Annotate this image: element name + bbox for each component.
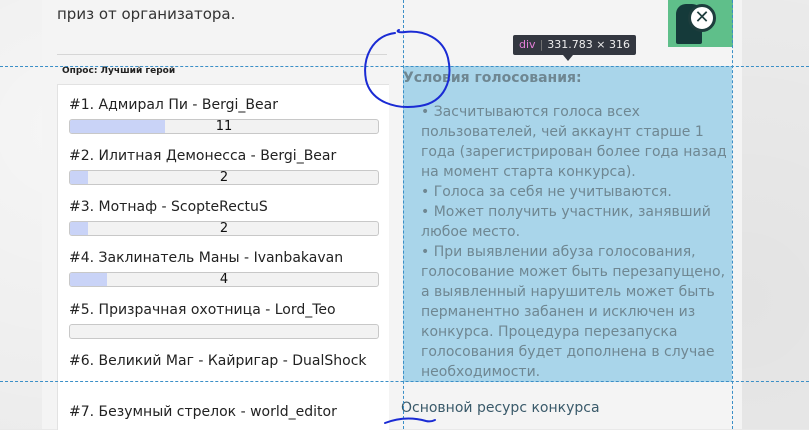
divider: [57, 54, 387, 55]
poll-option-5[interactable]: #5. Призрачная охотница - Lord_Teo: [69, 300, 389, 339]
poll-result-bar: 2: [69, 221, 379, 236]
rule-item: • Голоса за себя не учитываются.: [421, 184, 672, 200]
tooltip-tag: div: [519, 38, 536, 51]
tooltip-arrow-icon: [563, 55, 573, 61]
hero-avatar-icon: ✕: [668, 0, 733, 47]
tooltip-separator: |: [539, 38, 544, 51]
conditions-title: Условия голосования:: [403, 70, 582, 86]
poll-option-label: #3. Мотнаф - ScopteRectuS: [69, 199, 268, 215]
poll-result-bar: 2: [69, 170, 379, 185]
poll-option-3[interactable]: #3. Мотнаф - ScopteRectuS 2: [69, 197, 389, 236]
tooltip-dimensions: 331.783 × 316: [547, 38, 630, 51]
devtools-guide-line: [732, 0, 733, 429]
poll-result-bar: [69, 324, 379, 339]
poll-result-bar: 4: [69, 272, 379, 287]
poll-vote-count: 4: [219, 272, 229, 287]
poll-vote-count: 2: [219, 221, 229, 236]
conditions-rules: • Засчитываются голоса всех пользователе…: [421, 102, 733, 382]
poll-vote-count: 2: [219, 170, 229, 185]
poll-option-2[interactable]: #2. Илитная Демонесса - Bergi_Bear 2: [69, 146, 389, 185]
poll-title: Опрос: Лучший герой: [62, 66, 176, 76]
main-resource-link[interactable]: Основной ресурс конкурса: [401, 400, 600, 416]
poll-result-bar: 11: [69, 119, 379, 134]
devtools-size-tooltip: div | 331.783 × 316: [513, 35, 636, 55]
poll-option-label: #5. Призрачная охотница - Lord_Teo: [69, 302, 336, 318]
poll-option-label: #6. Великий Маг - Кайригар - DualShock: [69, 353, 367, 369]
rule-item: • Засчитываются голоса всех пользователе…: [421, 104, 727, 180]
poll-option-label: #4. Заклинатель Маны - Ivanbakavan: [69, 250, 344, 266]
intro-text: приз от организатора.: [57, 5, 236, 23]
poll-option-7[interactable]: #7. Безумный стрелок - world_editor: [69, 402, 389, 422]
poll-option-label: #2. Илитная Демонесса - Bergi_Bear: [69, 148, 337, 164]
rule-item: • Может получить участник, занявший любо…: [421, 204, 711, 240]
poll-option-6[interactable]: #6. Великий Маг - Кайригар - DualShock: [69, 351, 389, 371]
rule-item: • При выявлении абуза голосования, голос…: [421, 244, 726, 380]
devtools-guide-line: [0, 381, 809, 382]
poll-vote-count: 11: [215, 119, 233, 134]
devtools-guide-line: [403, 0, 404, 429]
close-icon[interactable]: ✕: [688, 4, 716, 32]
poll-option-1[interactable]: #1. Адмирал Пи - Bergi_Bear 11: [69, 95, 389, 134]
poll-box: #1. Адмирал Пи - Bergi_Bear 11 #2. Илитн…: [57, 84, 389, 430]
devtools-guide-line: [0, 66, 809, 67]
poll-option-label: #7. Безумный стрелок - world_editor: [69, 404, 337, 420]
poll-option-4[interactable]: #4. Заклинатель Маны - Ivanbakavan 4: [69, 248, 389, 287]
poll-option-label: #1. Адмирал Пи - Bergi_Bear: [69, 97, 278, 113]
